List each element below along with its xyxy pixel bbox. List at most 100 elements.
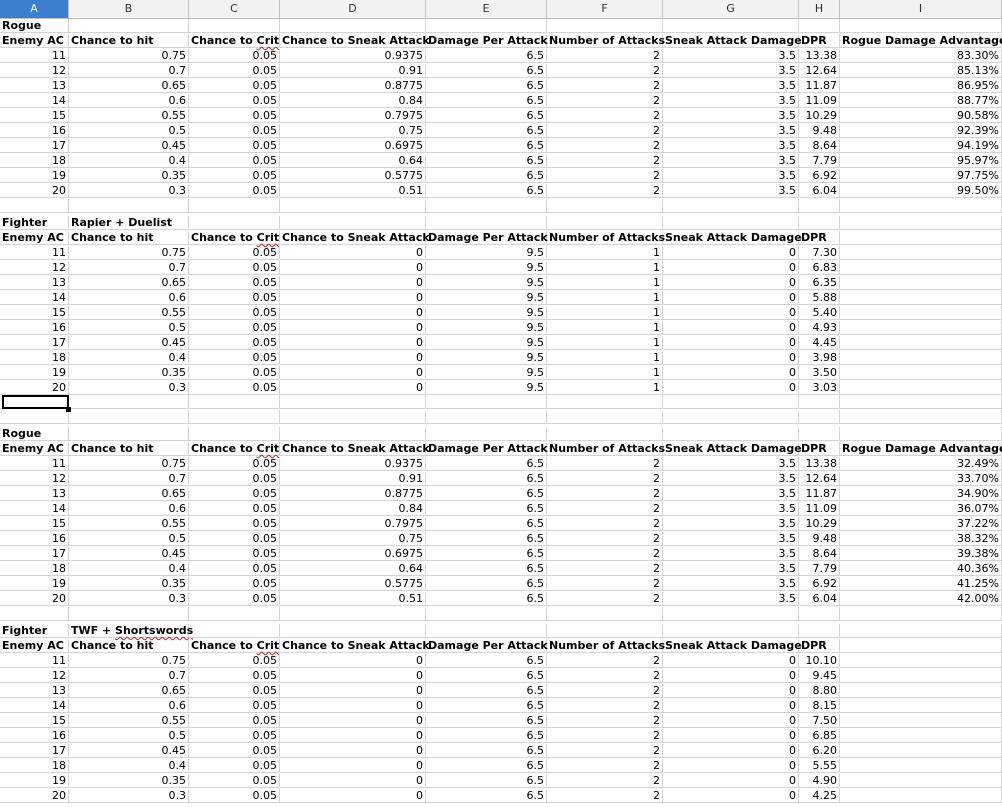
cell-chance-to-sneak-attack[interactable]: 0	[280, 321, 426, 335]
empty-cell[interactable]	[547, 427, 663, 441]
cell-dpr[interactable]: 5.88	[799, 291, 840, 305]
cell-enemy-ac[interactable]: 12	[0, 64, 69, 78]
cell-enemy-ac[interactable]: 12	[0, 669, 69, 683]
cell-dpr[interactable]: 8.15	[799, 699, 840, 713]
cell-chance-to-sneak-attack[interactable]: 0	[280, 306, 426, 320]
empty-cell[interactable]	[799, 624, 840, 638]
cell-chance-to-crit[interactable]: 0.05	[189, 774, 280, 788]
cell-damage-per-attack[interactable]: 6.5	[426, 49, 547, 63]
cell-rogue-damage-advantage[interactable]	[840, 321, 1002, 335]
cell-chance-to-crit[interactable]: 0.05	[189, 502, 280, 516]
cell-chance-to-sneak-attack[interactable]: 0	[280, 669, 426, 683]
cell-rogue-damage-advantage[interactable]	[840, 669, 1002, 683]
cell-enemy-ac[interactable]: 13	[0, 487, 69, 501]
cell-enemy-ac[interactable]: 13	[0, 276, 69, 290]
cell-number-of-attacks[interactable]: 2	[547, 139, 663, 153]
cell-chance-to-sneak-attack[interactable]: 0	[280, 246, 426, 260]
empty-cell[interactable]	[547, 19, 663, 33]
cell-chance-to-hit[interactable]: 0.3	[69, 381, 189, 395]
cell-enemy-ac[interactable]: 18	[0, 759, 69, 773]
header-sneak-attack-damage[interactable]: Sneak Attack Damage	[663, 231, 802, 245]
empty-cell[interactable]	[547, 216, 663, 230]
cell-chance-to-hit[interactable]: 0.35	[69, 774, 189, 788]
empty-cell[interactable]	[69, 410, 189, 424]
cell-chance-to-hit[interactable]: 0.7	[69, 669, 189, 683]
header-number-of-attacks[interactable]: Number of Attacks	[547, 231, 665, 245]
empty-cell[interactable]	[189, 19, 280, 33]
cell-enemy-ac[interactable]: 20	[0, 381, 69, 395]
empty-cell[interactable]	[840, 19, 1002, 33]
cell-damage-per-attack[interactable]: 9.5	[426, 366, 547, 380]
cell-chance-to-crit[interactable]: 0.05	[189, 366, 280, 380]
cell-chance-to-sneak-attack[interactable]: 0.6975	[280, 139, 426, 153]
header-rogue-damage-advantage[interactable]	[840, 639, 1002, 653]
cell-chance-to-crit[interactable]: 0.05	[189, 321, 280, 335]
cell-dpr[interactable]: 11.87	[799, 79, 840, 93]
header-chance-to-crit[interactable]: Chance to Crit	[189, 639, 280, 653]
cell-chance-to-hit[interactable]: 0.45	[69, 336, 189, 350]
cell-damage-per-attack[interactable]: 9.5	[426, 276, 547, 290]
cell-sneak-attack-damage[interactable]: 3.5	[663, 502, 799, 516]
cell-rogue-damage-advantage[interactable]	[840, 714, 1002, 728]
cell-damage-per-attack[interactable]: 9.5	[426, 381, 547, 395]
block-label[interactable]: Rogue	[0, 19, 69, 33]
empty-cell[interactable]	[799, 427, 840, 441]
empty-cell[interactable]	[426, 395, 547, 409]
cell-chance-to-crit[interactable]: 0.05	[189, 654, 280, 668]
empty-cell[interactable]	[280, 410, 426, 424]
cell-number-of-attacks[interactable]: 1	[547, 276, 663, 290]
empty-cell[interactable]	[547, 592, 663, 606]
cell-number-of-attacks[interactable]: 2	[547, 79, 663, 93]
empty-cell[interactable]	[280, 216, 426, 230]
empty-cell[interactable]	[280, 395, 426, 409]
cell-enemy-ac[interactable]: 16	[0, 532, 69, 546]
cell-number-of-attacks[interactable]: 2	[547, 169, 663, 183]
header-enemy-ac[interactable]: Enemy AC	[0, 639, 69, 653]
cell-chance-to-hit[interactable]: 0.3	[69, 789, 189, 803]
empty-cell[interactable]	[663, 19, 799, 33]
cell-chance-to-sneak-attack[interactable]: 0	[280, 789, 426, 803]
cell-sneak-attack-damage[interactable]: 0	[663, 261, 799, 275]
empty-cell[interactable]	[840, 592, 1002, 606]
cell-chance-to-crit[interactable]: 0.05	[189, 94, 280, 108]
cell-chance-to-hit[interactable]: 0.4	[69, 562, 189, 576]
cell-dpr[interactable]: 3.03	[799, 381, 840, 395]
empty-cell[interactable]	[189, 184, 280, 198]
header-dpr[interactable]: DPR	[799, 639, 840, 653]
empty-cell[interactable]	[547, 395, 663, 409]
header-chance-to-hit[interactable]: Chance to hit	[69, 231, 189, 245]
empty-cell[interactable]	[189, 216, 280, 230]
cell-chance-to-hit[interactable]: 0.55	[69, 517, 189, 531]
cell-dpr[interactable]: 6.92	[799, 169, 840, 183]
empty-cell[interactable]	[547, 199, 663, 213]
cell-number-of-attacks[interactable]: 2	[547, 759, 663, 773]
cell-number-of-attacks[interactable]: 2	[547, 684, 663, 698]
cell-enemy-ac[interactable]: 17	[0, 744, 69, 758]
cell-number-of-attacks[interactable]: 1	[547, 306, 663, 320]
cell-chance-to-crit[interactable]: 0.05	[189, 699, 280, 713]
cell-chance-to-sneak-attack[interactable]: 0.84	[280, 94, 426, 108]
cell-sneak-attack-damage[interactable]: 0	[663, 276, 799, 290]
cell-number-of-attacks[interactable]: 1	[547, 366, 663, 380]
cell-rogue-damage-advantage[interactable]	[840, 276, 1002, 290]
cell-rogue-damage-advantage[interactable]: 97.75%	[840, 169, 1002, 183]
cell-chance-to-crit[interactable]: 0.05	[189, 669, 280, 683]
cell-dpr[interactable]: 8.64	[799, 139, 840, 153]
cell-sneak-attack-damage[interactable]: 3.5	[663, 64, 799, 78]
empty-cell[interactable]	[189, 410, 280, 424]
cell-rogue-damage-advantage[interactable]	[840, 306, 1002, 320]
header-chance-to-hit[interactable]: Chance to hit	[69, 34, 189, 48]
block-label[interactable]: Rogue	[0, 427, 69, 441]
cell-chance-to-sneak-attack[interactable]: 0	[280, 291, 426, 305]
cell-chance-to-sneak-attack[interactable]: 0.8775	[280, 79, 426, 93]
cell-damage-per-attack[interactable]: 6.5	[426, 457, 547, 471]
cell-chance-to-hit[interactable]: 0.45	[69, 139, 189, 153]
cell-number-of-attacks[interactable]: 2	[547, 729, 663, 743]
empty-cell[interactable]	[189, 592, 280, 606]
cell-damage-per-attack[interactable]: 6.5	[426, 124, 547, 138]
cell-number-of-attacks[interactable]: 2	[547, 699, 663, 713]
header-chance-to-crit[interactable]: Chance to Crit	[189, 442, 280, 456]
spreadsheet-grid[interactable]: A B C D E F G H I Rogue Enemy AC Chance to…	[0, 0, 1002, 807]
empty-cell[interactable]	[189, 624, 280, 638]
cell-damage-per-attack[interactable]: 6.5	[426, 699, 547, 713]
